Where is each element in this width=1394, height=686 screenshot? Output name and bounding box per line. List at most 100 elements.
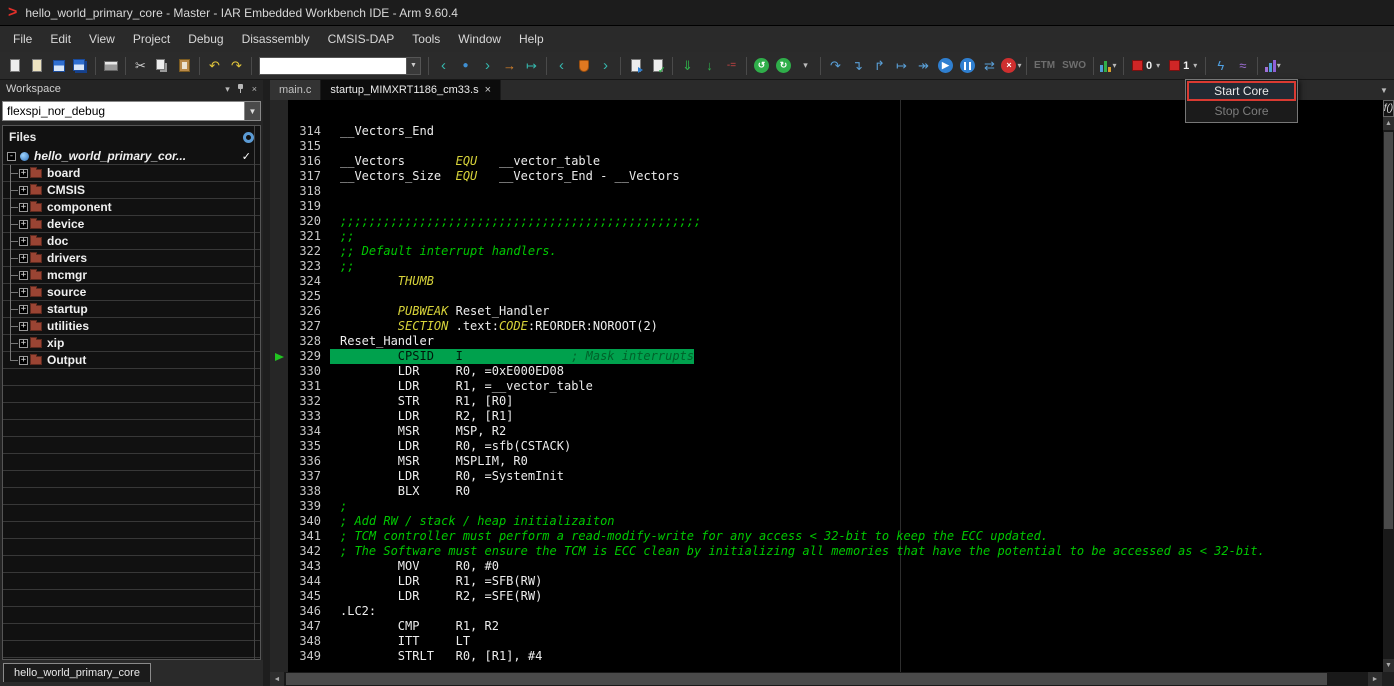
code-line[interactable]: 321;;: [270, 229, 1382, 244]
print[interactable]: [100, 55, 121, 77]
core-1-selector-dropdown-icon[interactable]: ▾: [1193, 61, 1197, 70]
breakpoint-gutter-cell[interactable]: [270, 544, 288, 559]
breakpoint-gutter-cell[interactable]: [270, 334, 288, 349]
breakpoint-gutter-cell[interactable]: [270, 199, 288, 214]
breakpoint-gutter-cell[interactable]: [270, 559, 288, 574]
menu-item-debug[interactable]: Debug: [179, 28, 232, 50]
menu-item-tools[interactable]: Tools: [403, 28, 449, 50]
expand-icon[interactable]: +: [19, 203, 28, 212]
code-line[interactable]: 317__Vectors_Size EQU __Vectors_End - __…: [270, 169, 1382, 184]
expand-icon[interactable]: +: [19, 305, 28, 314]
breakpoint-gutter-cell[interactable]: [270, 604, 288, 619]
expand-icon[interactable]: +: [19, 339, 28, 348]
save-all[interactable]: [70, 55, 91, 77]
breakpoint-gutter-cell[interactable]: [270, 139, 288, 154]
code-line[interactable]: 328Reset_Handler: [270, 334, 1382, 349]
workspace-menu-icon[interactable]: ▾: [225, 84, 230, 95]
reset-target[interactable]: ⇄: [979, 55, 1000, 77]
popup-item-start-core[interactable]: Start Core: [1187, 81, 1296, 101]
code-line[interactable]: 342; The Software must ensure the TCM is…: [270, 544, 1382, 559]
code-line[interactable]: 340; Add RW / stack / heap initializaito…: [270, 514, 1382, 529]
breakpoint-gutter-cell[interactable]: [270, 574, 288, 589]
configuration-selector[interactable]: flexspi_nor_debug ▼: [2, 101, 261, 121]
tree-group-mcmgr[interactable]: +mcmgr: [3, 267, 260, 284]
breakpoint-gutter-cell[interactable]: [270, 259, 288, 274]
tab-list-dropdown-icon[interactable]: ▼: [1374, 80, 1394, 100]
menu-item-project[interactable]: Project: [124, 28, 179, 50]
tree-group-device[interactable]: +device: [3, 216, 260, 233]
vertical-scrollbar[interactable]: f() ▲ ▼: [1382, 100, 1394, 672]
cut[interactable]: ✂: [130, 55, 151, 77]
tree-group-output[interactable]: +Output: [3, 352, 260, 369]
expand-icon[interactable]: +: [19, 220, 28, 229]
breakpoint-gutter-cell[interactable]: [270, 439, 288, 454]
breakpoint-gutter-cell[interactable]: [270, 364, 288, 379]
breakpoint-gutter-cell[interactable]: [270, 229, 288, 244]
code-editor[interactable]: 314__Vectors_End315316__Vectors EQU __ve…: [270, 100, 1382, 672]
core-0-selector-dropdown-icon[interactable]: ▾: [1156, 61, 1160, 70]
stop-debugging-dropdown-icon[interactable]: ▾: [1017, 61, 1021, 70]
menu-item-help[interactable]: Help: [510, 28, 553, 50]
tree-group-cmsis[interactable]: +CMSIS: [3, 182, 260, 199]
scroll-right-icon[interactable]: ►: [1368, 672, 1382, 686]
horizontal-scrollbar[interactable]: ◄ ►: [270, 672, 1394, 686]
breakpoint-gutter-cell[interactable]: [270, 514, 288, 529]
navigate-backward[interactable]: ‹: [433, 55, 454, 77]
tree-group-utilities[interactable]: +utilities: [3, 318, 260, 335]
pin-icon[interactable]: [237, 84, 245, 94]
workspace-close-icon[interactable]: ×: [252, 84, 257, 94]
break[interactable]: [957, 55, 978, 77]
timeline[interactable]: ≈: [1232, 55, 1253, 77]
editor-tab-startup-mimxrt1186-cm33-s[interactable]: startup_MIMXRT1186_cm33.s×: [321, 80, 501, 100]
code-line[interactable]: 346.LC2:: [270, 604, 1382, 619]
code-line[interactable]: 324 THUMB: [270, 274, 1382, 289]
expand-icon[interactable]: +: [19, 186, 28, 195]
code-line[interactable]: 316__Vectors EQU __vector_table: [270, 154, 1382, 169]
redo[interactable]: ↷: [226, 55, 247, 77]
code-line[interactable]: 314__Vectors_End: [270, 124, 1382, 139]
search-dropdown-icon[interactable]: ▼: [407, 57, 421, 75]
function-profiler[interactable]: ▾: [1098, 55, 1119, 77]
breakpoint-gutter-cell[interactable]: [270, 409, 288, 424]
expand-icon[interactable]: +: [19, 271, 28, 280]
code-line[interactable]: 334 MSR MSP, R2: [270, 424, 1382, 439]
horizontal-scroll-track[interactable]: [284, 672, 1368, 686]
code-line[interactable]: 326 PUBWEAK Reset_Handler: [270, 304, 1382, 319]
tree-group-source[interactable]: +source: [3, 284, 260, 301]
breakpoint-gutter-cell[interactable]: [270, 634, 288, 649]
go[interactable]: ▶: [935, 55, 956, 77]
event-viewer-dropdown-icon[interactable]: ▾: [1277, 61, 1281, 70]
expand-icon[interactable]: +: [19, 254, 28, 263]
expand-icon[interactable]: +: [19, 322, 28, 331]
toggle-bookmark[interactable]: [573, 55, 594, 77]
panel-splitter[interactable]: [263, 80, 270, 686]
save[interactable]: [48, 55, 69, 77]
code-line[interactable]: 332 STR R1, [R0]: [270, 394, 1382, 409]
breakpoint-gutter-cell[interactable]: [270, 499, 288, 514]
function-profiler-dropdown-icon[interactable]: ▾: [1112, 61, 1116, 70]
vertical-scroll-track[interactable]: [1383, 130, 1394, 659]
breakpoint-gutter-cell[interactable]: [270, 484, 288, 499]
next-statement[interactable]: ↦: [891, 55, 912, 77]
step-over[interactable]: ↷: [825, 55, 846, 77]
menu-item-file[interactable]: File: [4, 28, 41, 50]
settings-gear-icon[interactable]: [243, 132, 254, 143]
code-line[interactable]: 349 STRLT R0, [R1], #4: [270, 649, 1382, 664]
make[interactable]: [647, 55, 668, 77]
tree-group-xip[interactable]: +xip: [3, 335, 260, 352]
combo-dropdown-icon[interactable]: ▼: [244, 102, 260, 120]
code-line[interactable]: 335 LDR R0, =sfb(CSTACK): [270, 439, 1382, 454]
breakpoint-gutter-cell[interactable]: [270, 469, 288, 484]
code-line[interactable]: 327 SECTION .text:CODE:REORDER:NOROOT(2): [270, 319, 1382, 334]
browse-symbol[interactable]: ●: [455, 55, 476, 77]
code-line[interactable]: 339;: [270, 499, 1382, 514]
breakpoint-gutter-cell[interactable]: [270, 589, 288, 604]
power-debugging[interactable]: ϟ: [1210, 55, 1231, 77]
tree-group-component[interactable]: +component: [3, 199, 260, 216]
paste[interactable]: [174, 55, 195, 77]
code-line[interactable]: 330 LDR R0, =0xE000ED08: [270, 364, 1382, 379]
code-line[interactable]: 333 LDR R2, [R1]: [270, 409, 1382, 424]
breakpoint-gutter-cell[interactable]: [270, 349, 288, 364]
code-line[interactable]: 337 LDR R0, =SystemInit: [270, 469, 1382, 484]
breakpoint-gutter-cell[interactable]: [270, 304, 288, 319]
